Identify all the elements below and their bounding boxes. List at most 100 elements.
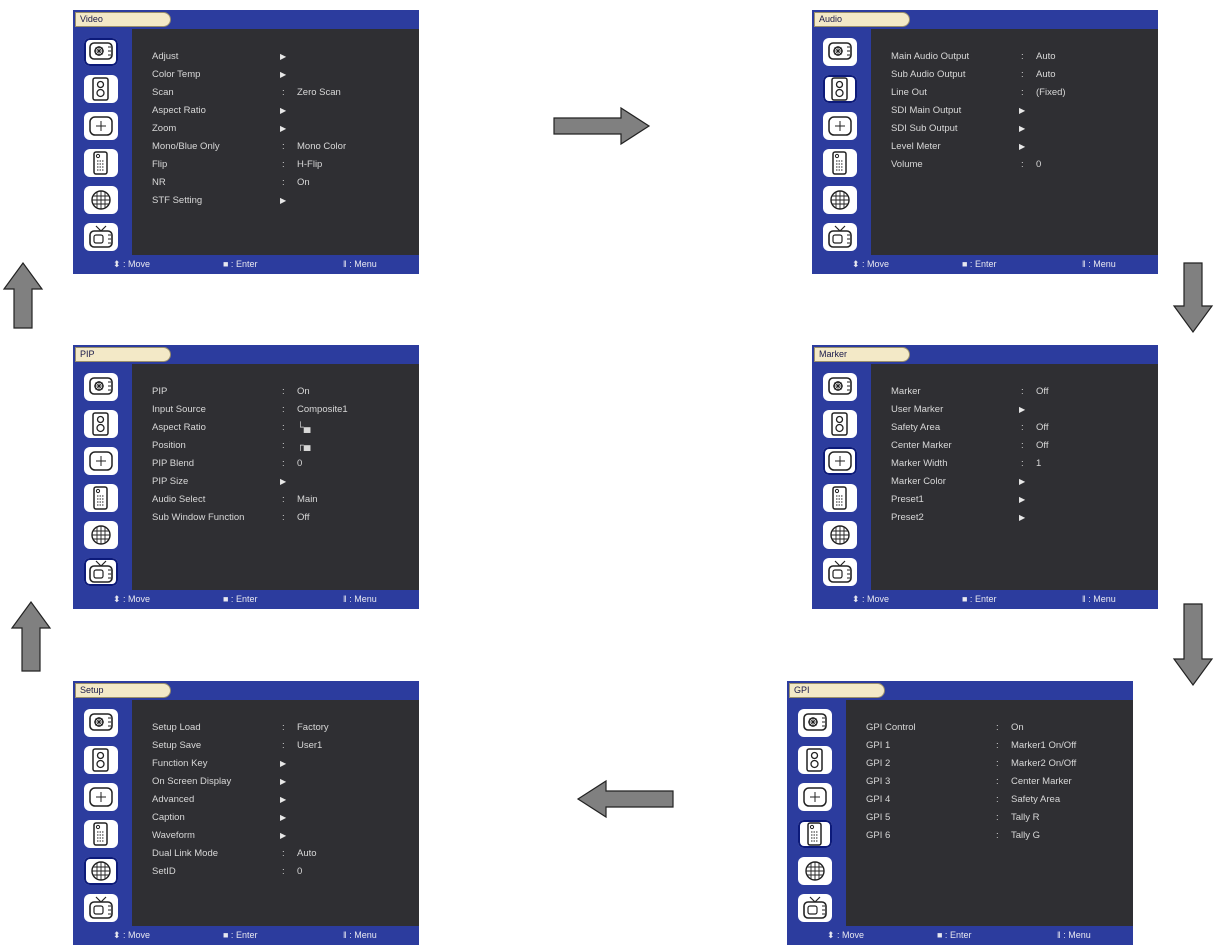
menu-item[interactable]: Scan: Zero Scan xyxy=(132,84,419,102)
video-icon[interactable] xyxy=(823,38,857,66)
gpi-icon[interactable] xyxy=(823,484,857,512)
menu-item[interactable]: Caption ▶ xyxy=(132,809,419,827)
menu-item[interactable]: Marker Width: 1 xyxy=(871,455,1158,473)
value-separator: : xyxy=(282,440,285,451)
menu-item[interactable]: Main Audio Output: Auto xyxy=(871,48,1158,66)
gpi-icon[interactable] xyxy=(823,149,857,177)
menu-hint: ‖ : Menu xyxy=(1082,594,1116,604)
menu-item[interactable]: Marker Color ▶ xyxy=(871,473,1158,491)
setup-icon[interactable] xyxy=(823,521,857,549)
menu-item[interactable]: PIP Blend: 0 xyxy=(132,455,419,473)
gpi-icon[interactable] xyxy=(84,820,118,848)
menu-item[interactable]: Sub Audio Output: Auto xyxy=(871,66,1158,84)
menu-item-label: Audio Select xyxy=(152,494,206,505)
menu-item[interactable]: Dual Link Mode: Auto xyxy=(132,845,419,863)
marker-icon[interactable] xyxy=(823,112,857,140)
gpi-icon[interactable] xyxy=(84,484,118,512)
menu-item[interactable]: SDI Main Output ▶ xyxy=(871,102,1158,120)
menu-item-label: PIP Size xyxy=(152,476,189,487)
menu-item[interactable]: Audio Select: Main xyxy=(132,491,419,509)
menu-item[interactable]: SetID: 0 xyxy=(132,863,419,881)
value-separator: : xyxy=(282,512,285,523)
menu-item[interactable]: GPI 5: Tally R xyxy=(846,809,1133,827)
pip-icon[interactable] xyxy=(798,894,832,922)
menu-item[interactable]: PIP Size ▶ xyxy=(132,473,419,491)
menu-item[interactable]: Input Source: Composite1 xyxy=(132,401,419,419)
audio-icon[interactable] xyxy=(84,746,118,774)
marker-icon[interactable] xyxy=(84,447,118,475)
pip-icon[interactable] xyxy=(823,558,857,586)
menu-item[interactable]: Flip: H-Flip xyxy=(132,156,419,174)
menu-item[interactable]: Advanced ▶ xyxy=(132,791,419,809)
setup-icon[interactable] xyxy=(84,186,118,214)
menu-item[interactable]: Preset1 ▶ xyxy=(871,491,1158,509)
submenu-arrow-icon: ▶ xyxy=(1019,477,1026,486)
menu-item[interactable]: Safety Area: Off xyxy=(871,419,1158,437)
menu-item[interactable]: Position: ┌▄ xyxy=(132,437,419,455)
menu-item[interactable]: GPI 4: Safety Area xyxy=(846,791,1133,809)
menu-item[interactable]: GPI 1: Marker1 On/Off xyxy=(846,737,1133,755)
video-icon[interactable] xyxy=(84,709,118,737)
menu-item[interactable]: Marker: Off xyxy=(871,383,1158,401)
marker-icon[interactable] xyxy=(84,783,118,811)
submenu-arrow-icon: ▶ xyxy=(280,831,287,840)
audio-icon[interactable] xyxy=(84,410,118,438)
menu-item[interactable]: GPI 6: Tally G xyxy=(846,827,1133,845)
setup-icon[interactable] xyxy=(823,186,857,214)
video-icon[interactable] xyxy=(823,373,857,401)
gpi-icon[interactable] xyxy=(798,820,832,848)
submenu-arrow-icon: ▶ xyxy=(1019,513,1026,522)
video-icon[interactable] xyxy=(84,373,118,401)
menu-item[interactable]: Color Temp ▶ xyxy=(132,66,419,84)
menu-item[interactable]: Preset2 ▶ xyxy=(871,509,1158,527)
menu-item[interactable]: SDI Sub Output ▶ xyxy=(871,120,1158,138)
menu-item[interactable]: Aspect Ratio: └▄ xyxy=(132,419,419,437)
audio-icon[interactable] xyxy=(84,75,118,103)
menu-item[interactable]: Setup Save: User1 xyxy=(132,737,419,755)
setup-icon[interactable] xyxy=(798,857,832,885)
menu-item[interactable]: Zoom ▶ xyxy=(132,120,419,138)
pip-icon[interactable] xyxy=(84,558,118,586)
marker-icon[interactable] xyxy=(823,447,857,475)
enter-hint: ■ : Enter xyxy=(962,259,997,269)
menu-item-label: Function Key xyxy=(152,758,208,769)
menu-item[interactable]: Adjust ▶ xyxy=(132,48,419,66)
menu-item-value: Off xyxy=(1036,422,1049,433)
menu-item[interactable]: Aspect Ratio ▶ xyxy=(132,102,419,120)
menu-item[interactable]: Volume: 0 xyxy=(871,156,1158,174)
menu-item[interactable]: Line Out: (Fixed) xyxy=(871,84,1158,102)
menu-item[interactable]: NR: On xyxy=(132,174,419,192)
menu-item[interactable]: Level Meter ▶ xyxy=(871,138,1158,156)
menu-hint: ‖ : Menu xyxy=(343,930,377,940)
menu-item[interactable]: Mono/Blue Only: Mono Color xyxy=(132,138,419,156)
submenu-arrow-icon: ▶ xyxy=(280,196,287,205)
setup-icon[interactable] xyxy=(84,857,118,885)
osd-screen-audio: Audio Main Audio Output: Auto Sub Audio Out… xyxy=(812,10,1158,274)
menu-item[interactable]: GPI 3: Center Marker xyxy=(846,773,1133,791)
gpi-icon[interactable] xyxy=(84,149,118,177)
audio-icon[interactable] xyxy=(798,746,832,774)
audio-icon[interactable] xyxy=(823,75,857,103)
audio-icon[interactable] xyxy=(823,410,857,438)
menu-item[interactable]: On Screen Display ▶ xyxy=(132,773,419,791)
video-icon[interactable] xyxy=(798,709,832,737)
menu-item[interactable]: PIP: On xyxy=(132,383,419,401)
pip-icon[interactable] xyxy=(823,223,857,251)
pip-icon[interactable] xyxy=(84,894,118,922)
menu-category-sidebar xyxy=(787,700,846,926)
menu-item[interactable]: User Marker ▶ xyxy=(871,401,1158,419)
menu-item[interactable]: Sub Window Function: Off xyxy=(132,509,419,527)
marker-icon[interactable] xyxy=(84,112,118,140)
menu-item[interactable]: Setup Load: Factory xyxy=(132,719,419,737)
menu-item[interactable]: Waveform ▶ xyxy=(132,827,419,845)
video-icon[interactable] xyxy=(84,38,118,66)
menu-item-label: Marker Color xyxy=(891,476,946,487)
menu-item[interactable]: GPI Control: On xyxy=(846,719,1133,737)
marker-icon[interactable] xyxy=(798,783,832,811)
menu-item[interactable]: GPI 2: Marker2 On/Off xyxy=(846,755,1133,773)
pip-icon[interactable] xyxy=(84,223,118,251)
menu-item[interactable]: STF Setting ▶ xyxy=(132,192,419,210)
menu-item[interactable]: Function Key ▶ xyxy=(132,755,419,773)
menu-item[interactable]: Center Marker: Off xyxy=(871,437,1158,455)
setup-icon[interactable] xyxy=(84,521,118,549)
